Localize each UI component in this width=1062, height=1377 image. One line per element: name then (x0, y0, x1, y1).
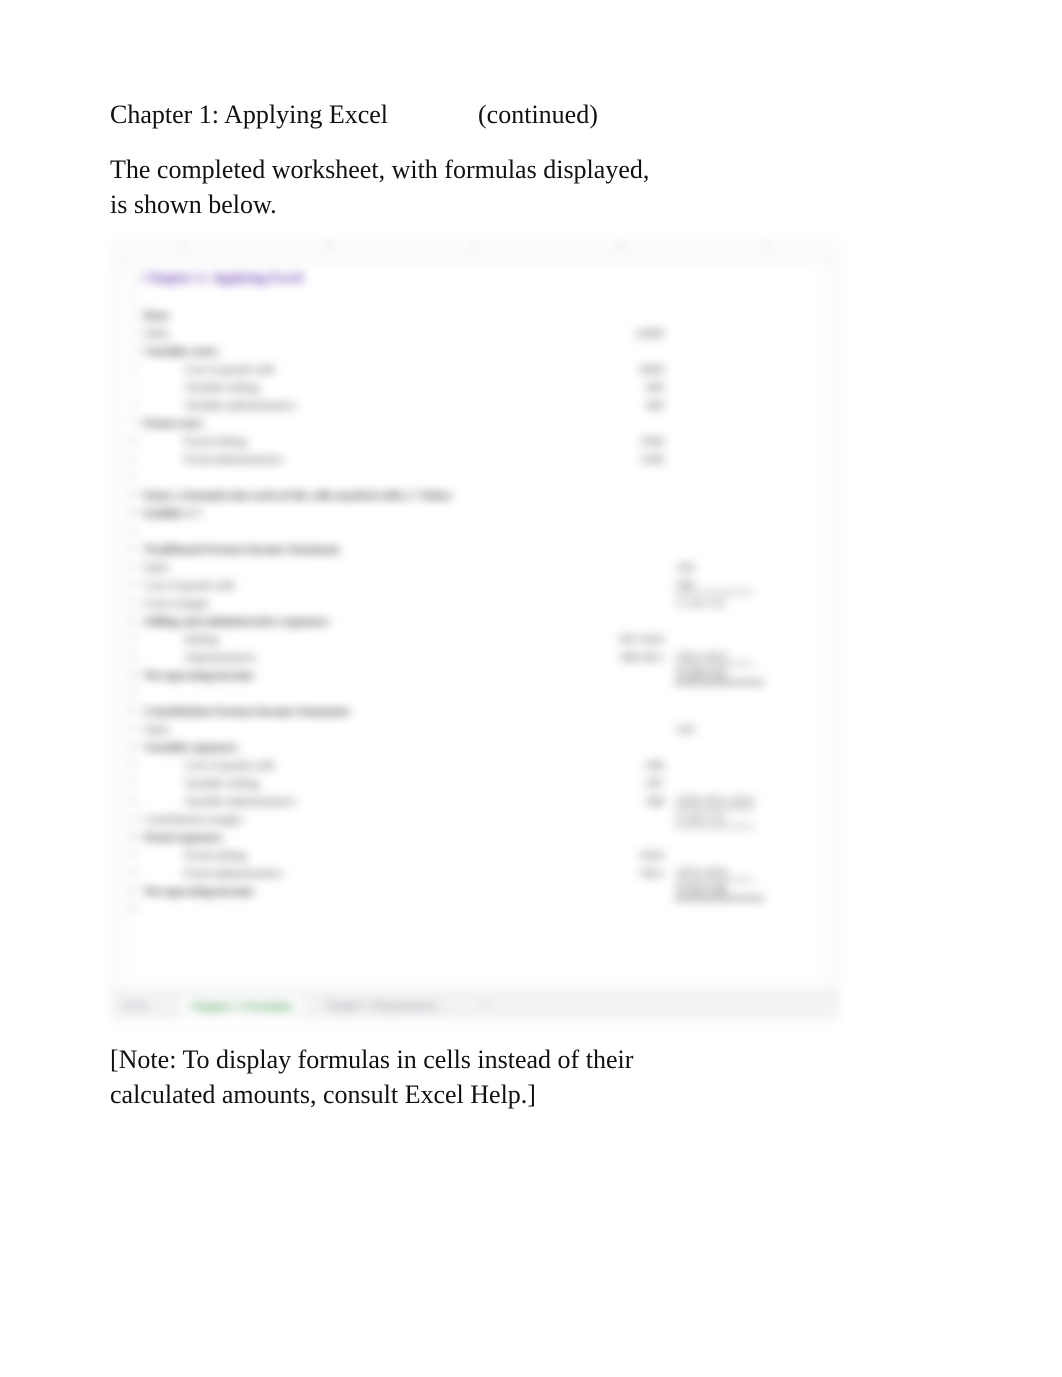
stmt-row: 19Cost of goods sold=B6 (124, 576, 826, 594)
arrow-left-icon[interactable]: ◀ (122, 998, 131, 1013)
stmt-row: 23Administrative=B8+B11=B22+B23 (124, 648, 826, 666)
stmt-row: 21Selling and administrative expenses: (124, 612, 826, 630)
stmt-row: 31Variable selling=B7 (124, 774, 826, 792)
data-row: 8Variable administrative400 (124, 396, 826, 414)
col-letter: A (110, 240, 256, 261)
worksheet-title: Chapter 1: Applying Excel (144, 271, 564, 287)
sheet-tab-bar: ◀ ▶ … Chapter 1 Formulas Chapter 1 Requi… (110, 990, 840, 1020)
data-row: 4Sales12000 (124, 324, 826, 342)
continued-label: (continued) (478, 100, 598, 130)
data-row: 6Cost of goods sold6000 (124, 360, 826, 378)
stmt-row: 32Variable administrative=B8=B30+B31+B32 (124, 792, 826, 810)
tab-nav-arrows[interactable]: ◀ ▶ … (122, 998, 168, 1013)
stmt-row: 37Net operating income=C33-C36 (124, 882, 826, 900)
worksheet-title-row: 1 Chapter 1: Applying Excel (124, 270, 826, 288)
col-letter: D (548, 240, 694, 261)
arrow-right-icon[interactable]: ▶ (139, 998, 148, 1013)
data-heading: 3 Data (124, 306, 826, 324)
stmt-row: 18Sales=B4 (124, 558, 826, 576)
contribution-heading: 27Contribution Format Income Statement (124, 702, 826, 720)
stmt-row: 29Variable expenses: (124, 738, 826, 756)
add-sheet-button[interactable]: + (471, 994, 498, 1017)
stmt-row: 33Contribution margin=C28-C32 (124, 810, 826, 828)
document-page: Chapter 1: Applying Excel (continued) Th… (0, 0, 1062, 1377)
data-row: 10Fixed selling2500 (124, 432, 826, 450)
data-row: 9Fixed costs: (124, 414, 826, 432)
intro-paragraph: The completed worksheet, with formulas d… (110, 152, 670, 222)
sheet-tab-active[interactable]: Chapter 1 Formulas (178, 994, 304, 1018)
stmt-row: 30Cost of goods sold=B6 (124, 756, 826, 774)
column-header-row: A B C D E (110, 240, 840, 262)
stmt-row: 35Fixed selling=B10 (124, 846, 826, 864)
sheet-body: 1 Chapter 1: Applying Excel 2 3 Data 4Sa… (110, 262, 840, 918)
data-row: 7Variable selling600 (124, 378, 826, 396)
traditional-heading: 17Traditional Format Income Statement (124, 540, 826, 558)
stmt-row: 34Fixed expenses: (124, 828, 826, 846)
col-letter: E (694, 240, 840, 261)
stmt-row: 20Gross margin=C18-C19 (124, 594, 826, 612)
col-letter: C (402, 240, 548, 261)
stmt-row: 22Selling=B7+B10 (124, 630, 826, 648)
page-header: Chapter 1: Applying Excel (continued) (110, 100, 952, 130)
data-row: 11Fixed administrative1500 (124, 450, 826, 468)
stmt-row: 36Fixed administrative=B11=B35+B36 (124, 864, 826, 882)
col-letter: B (256, 240, 402, 261)
instruction-row-2: 14Exhibit 1-7 (124, 504, 826, 522)
note-paragraph: [Note: To display formulas in cells inst… (110, 1042, 670, 1112)
instruction-row: 13Enter a formula into each of the cells… (124, 486, 826, 504)
tab-more-icon[interactable]: … (156, 998, 168, 1013)
stmt-row: 28Sales=B4 (124, 720, 826, 738)
stmt-row: 24Net operating income=C20-C23 (124, 666, 826, 684)
chapter-title: Chapter 1: Applying Excel (110, 100, 388, 130)
data-row: 5Variable costs: (124, 342, 826, 360)
worksheet-screenshot: A B C D E 1 Chapter 1: Applying Excel 2 … (110, 240, 840, 1020)
sheet-tab[interactable]: Chapter 1 Requirement … (314, 994, 461, 1017)
